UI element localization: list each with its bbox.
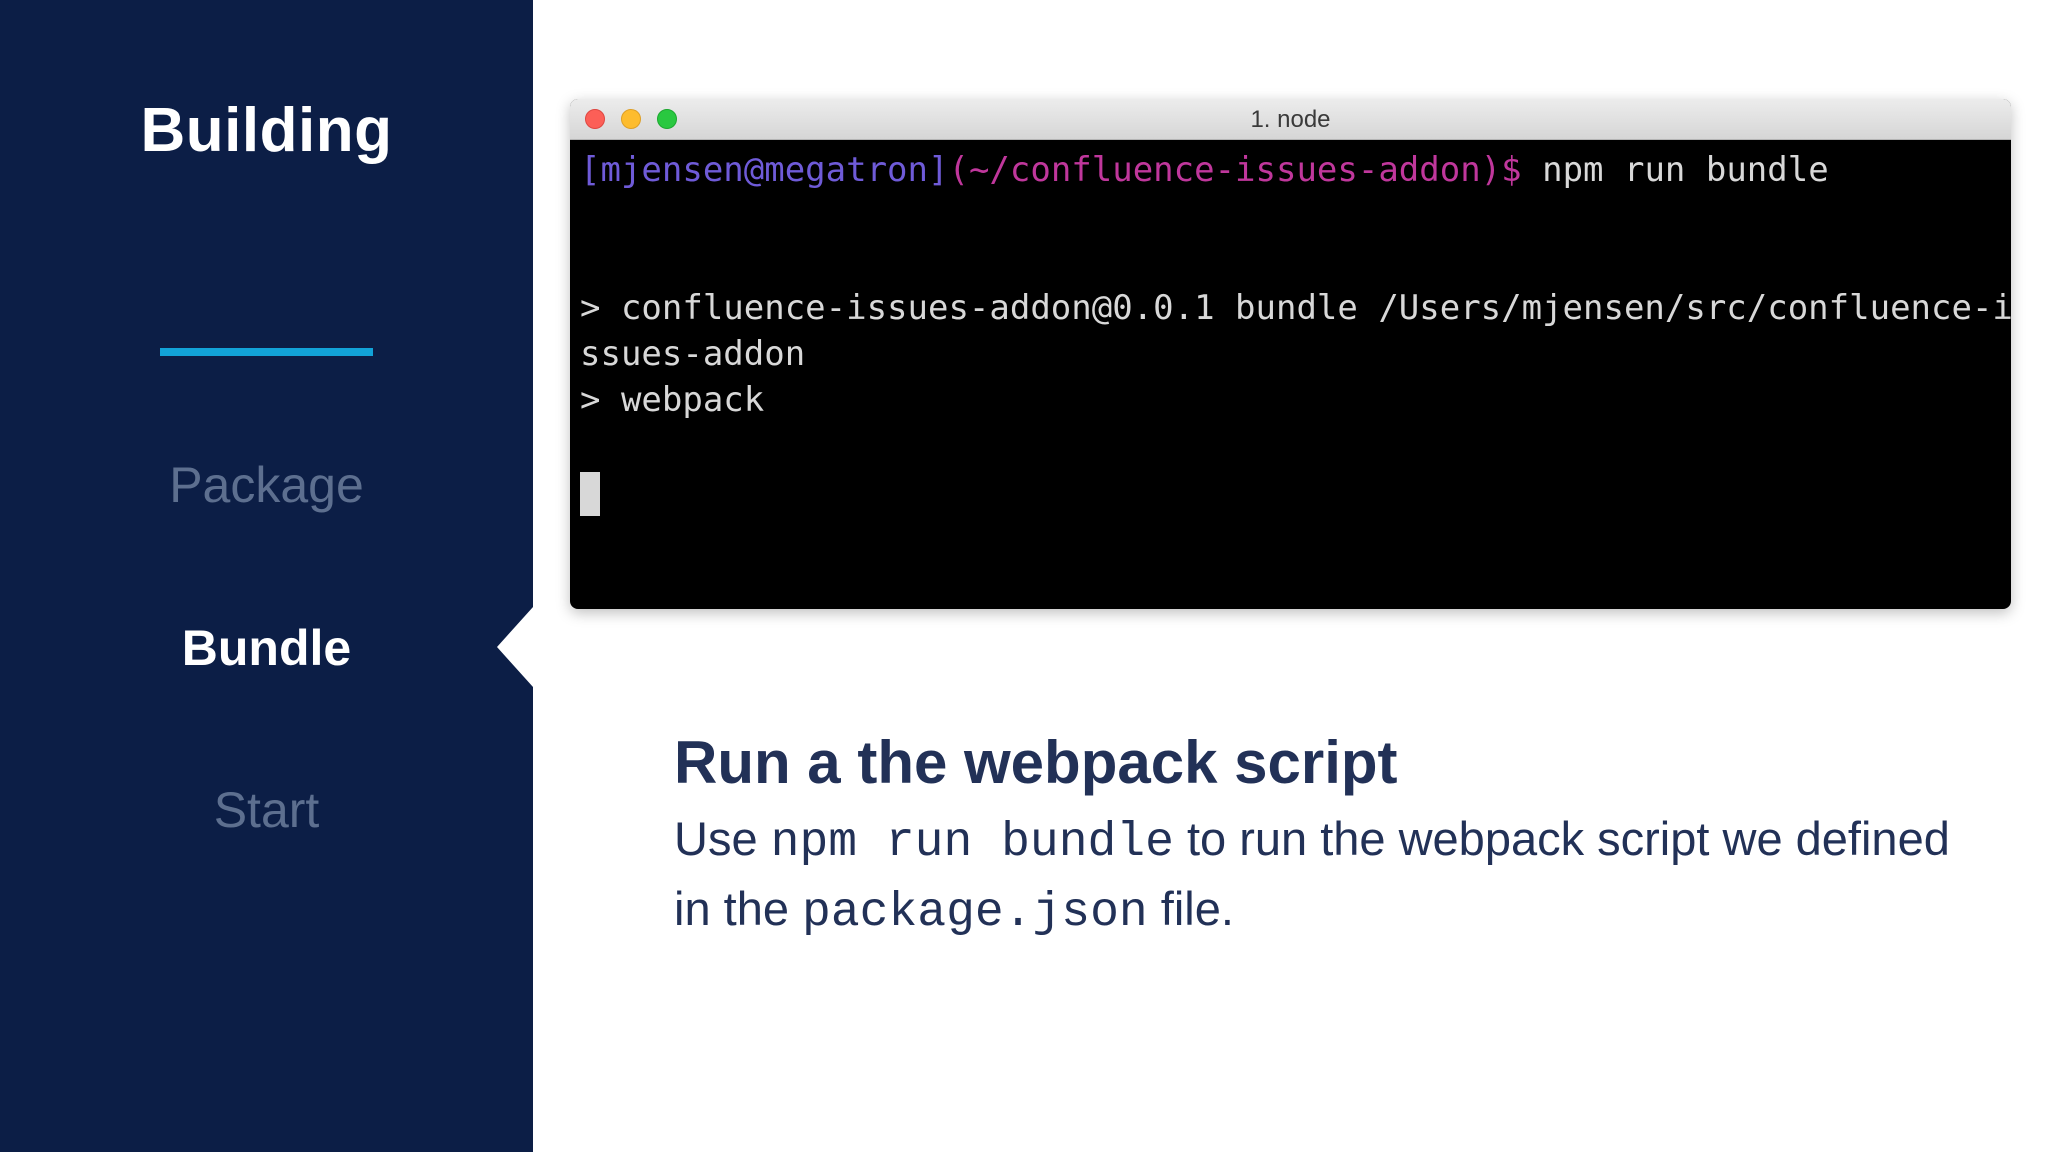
active-item-pointer	[497, 607, 533, 687]
terminal-output[interactable]: [mjensen@megatron](~/confluence-issues-a…	[580, 147, 2011, 516]
inline-code: npm run bundle	[770, 816, 1174, 870]
text-cursor	[580, 471, 600, 516]
terminal-window[interactable]: 1. node [mjensen@megatron](~/confluence-…	[570, 99, 2011, 609]
sidebar: Building Package Bundle Start	[0, 0, 533, 1152]
terminal-prompt-line: [mjensen@megatron](~/confluence-issues-a…	[580, 147, 2003, 193]
nav-item-start[interactable]: Start	[0, 781, 533, 839]
content-description: Use npm run bundle to run the webpack sc…	[674, 806, 1964, 946]
prompt-user: [mjensen@megatron]	[580, 150, 949, 190]
content-heading: Run a the webpack script	[674, 729, 1398, 796]
nav-item-package[interactable]: Package	[0, 456, 533, 514]
terminal-titlebar[interactable]: 1. node	[570, 99, 2011, 140]
prompt-path: (~/confluence-issues-addon)$	[948, 150, 1522, 190]
terminal-output-line: ssues-addon	[580, 334, 806, 374]
nav-item-bundle[interactable]: Bundle	[0, 619, 533, 677]
terminal-output-line: > confluence-issues-addon@0.0.1 bundle /…	[580, 288, 2011, 328]
sidebar-title: Building	[140, 96, 393, 165]
terminal-title: 1. node	[1250, 106, 1331, 133]
title-underline	[160, 348, 373, 356]
description-text: file.	[1147, 882, 1234, 935]
description-text: Use	[674, 812, 771, 865]
terminal-output-line: > webpack	[580, 380, 765, 420]
inline-code: package.json	[802, 886, 1148, 940]
terminal-cursor-line	[580, 469, 2003, 516]
prompt-command: npm run bundle	[1521, 150, 1829, 190]
